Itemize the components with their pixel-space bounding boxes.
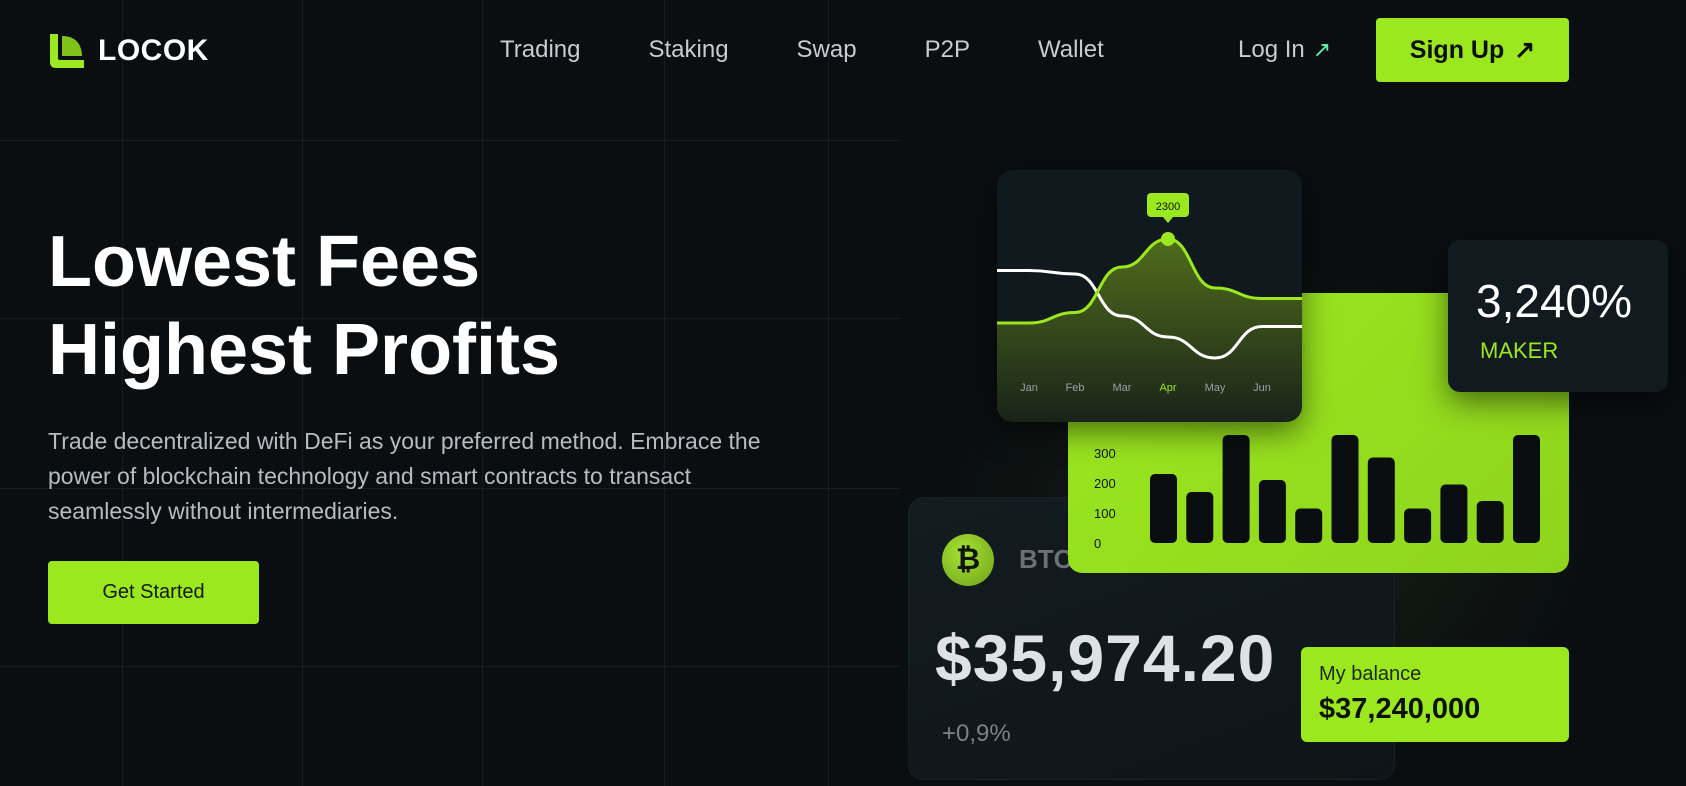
highlight-point: [1161, 232, 1175, 246]
nav-link-wallet[interactable]: Wallet: [1038, 36, 1104, 64]
signup-label: Sign Up: [1409, 35, 1505, 64]
logo[interactable]: LOCOK: [48, 32, 209, 70]
bar: [1367, 457, 1395, 543]
tooltip-value: 2300: [1156, 201, 1180, 213]
login-link[interactable]: Log In ↗: [1238, 36, 1331, 64]
bar: [1476, 501, 1504, 543]
line-chart-card: 2300 Jan Feb Mar Apr May Jun: [997, 170, 1302, 422]
login-label: Log In: [1238, 36, 1305, 63]
bitcoin-icon: ₿: [942, 534, 994, 586]
balance-value: $37,240,000: [1319, 693, 1481, 725]
bar: [1331, 435, 1359, 543]
bar: [1404, 508, 1432, 543]
x-tick-label: Apr: [1159, 382, 1176, 394]
bar: [1186, 492, 1214, 543]
line-chart: 2300 Jan Feb Mar Apr May Jun: [997, 193, 1302, 422]
hero-title: Lowest Fees Highest Profits: [48, 218, 560, 394]
nav-link-staking[interactable]: Staking: [648, 36, 728, 64]
btc-change: +0,9%: [942, 720, 1011, 747]
tooltip: 2300: [1147, 193, 1189, 223]
bar: [1513, 435, 1540, 543]
x-tick-label: Feb: [1066, 382, 1085, 394]
y-tick-label: 300: [1094, 446, 1116, 461]
bar: [1258, 480, 1286, 543]
hero-title-line-1: Lowest Fees: [48, 222, 481, 302]
main-menu: Trading Staking Swap P2P Wallet: [500, 36, 1104, 64]
brand-name: LOCOK: [98, 34, 209, 67]
nav-link-p2p[interactable]: P2P: [925, 36, 970, 64]
hero-title-line-2: Highest Profits: [48, 310, 561, 390]
y-tick-label: 0: [1094, 536, 1101, 551]
balance-card: My balance $37,240,000: [1301, 647, 1569, 742]
arrow-up-right-icon: ↗: [1312, 37, 1332, 62]
maker-value: 3,240%: [1476, 275, 1633, 327]
bar: [1222, 435, 1250, 543]
y-tick-label: 100: [1094, 506, 1116, 521]
bar: [1440, 484, 1468, 543]
maker-label: MAKER: [1480, 338, 1559, 363]
x-tick-label: Jun: [1253, 382, 1271, 394]
nav-link-swap[interactable]: Swap: [797, 36, 857, 64]
btc-symbol: BTC: [1019, 544, 1073, 574]
x-tick-label: May: [1205, 382, 1226, 394]
x-tick-label: Mar: [1113, 382, 1132, 394]
bar: [1295, 508, 1323, 543]
hero-subtitle: Trade decentralized with DeFi as your pr…: [48, 428, 761, 524]
x-tick-label: Jan: [1020, 382, 1038, 394]
y-tick-label: 200: [1094, 476, 1116, 491]
maker-card: 3,240% MAKER: [1448, 240, 1668, 392]
top-navigation: LOCOK Trading Staking Swap P2P Wallet Lo…: [0, 0, 1686, 104]
balance-label: My balance: [1319, 663, 1422, 685]
arrow-up-right-icon: ↗: [1514, 36, 1536, 64]
btc-price: $35,974.20: [935, 621, 1276, 695]
get-started-button[interactable]: Get Started: [48, 561, 259, 624]
logo-icon: [50, 34, 84, 68]
signup-button[interactable]: Sign Up ↗: [1376, 18, 1569, 82]
nav-link-trading[interactable]: Trading: [500, 36, 580, 64]
bar: [1150, 474, 1177, 543]
